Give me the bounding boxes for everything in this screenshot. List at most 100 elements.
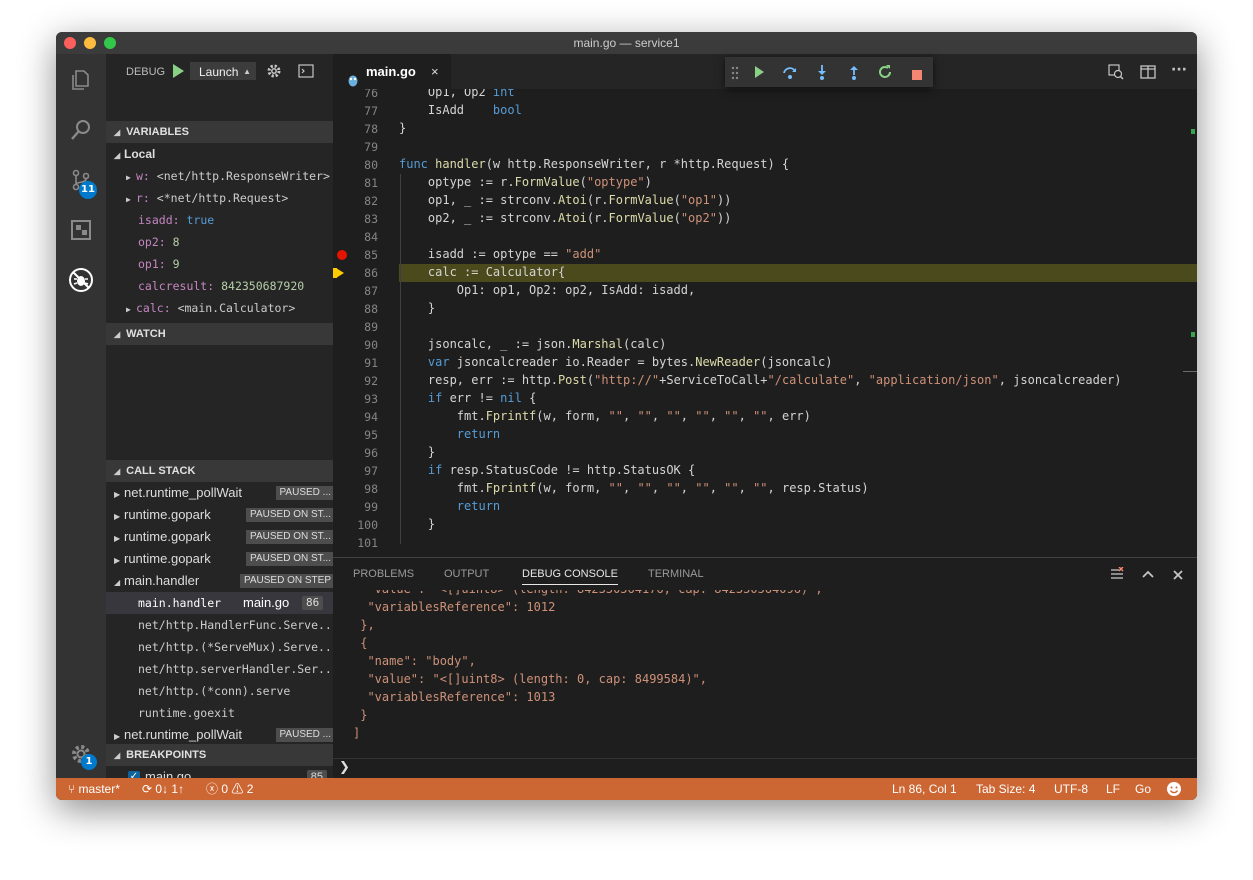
callstack-frame[interactable]: net/http.(*conn).serve — [106, 680, 365, 702]
code-token: "" — [724, 409, 739, 423]
maximize-panel-icon[interactable] — [1141, 566, 1155, 585]
close-tab-icon[interactable]: × — [431, 54, 439, 89]
frame-name: net/http.HandlerFunc.Serve... — [138, 618, 339, 632]
console-line: "value": "<[]uint8> (length: 0, cap: 849… — [353, 672, 708, 686]
tab-output[interactable]: OUTPUT — [444, 568, 489, 580]
collapse-chevron-icon: ◢ — [114, 128, 121, 137]
step-into-icon[interactable] — [815, 64, 829, 84]
problems-indicator[interactable]: ⓧ 0 ⚠ 2 — [206, 778, 253, 800]
callstack-thread[interactable]: ▶ net.runtime_pollWait PAUSED ... — [106, 482, 341, 504]
tab-terminal[interactable]: TERMINAL — [648, 568, 704, 580]
variable-value: true — [186, 213, 215, 227]
thread-name: runtime.gopark — [124, 529, 211, 544]
variables-header[interactable]: ◢ VARIABLES — [106, 121, 333, 143]
code-line: } — [399, 517, 435, 531]
start-debugging-button[interactable] — [170, 62, 186, 80]
search-icon[interactable] — [56, 106, 106, 154]
code-token: resp, err := http. — [399, 373, 558, 387]
activity-bar: 11 1 — [56, 54, 106, 778]
extensions-icon[interactable] — [56, 206, 106, 254]
code-line: if err != nil { — [399, 391, 536, 405]
tab-label: main.go — [366, 64, 416, 79]
smiley-icon[interactable] — [1166, 781, 1182, 800]
console-line: "value": "<[]uint8> (length: 84235056417… — [353, 590, 822, 596]
scm-badge: 11 — [79, 181, 97, 199]
step-over-icon[interactable] — [782, 64, 798, 84]
callstack-thread[interactable]: ▶ runtime.gopark PAUSED ON ST... — [106, 504, 341, 526]
explorer-icon[interactable] — [56, 56, 106, 104]
stop-icon[interactable] — [911, 66, 923, 85]
more-actions-icon[interactable]: ··· — [1171, 62, 1187, 78]
branch-indicator[interactable]: ⑂ master* — [68, 778, 120, 800]
tab-problems[interactable]: PROBLEMS — [353, 568, 414, 580]
code-editor[interactable]: 76 Op1, Op2 int 77 IsAdd bool 78} 79 80 func … — [333, 89, 1197, 557]
callstack-frame[interactable]: main.handler main.go 86 — [106, 592, 365, 614]
callstack-thread[interactable]: ◢ main.handler PAUSED ON STEP — [106, 570, 341, 592]
code-line: } — [399, 121, 406, 135]
restart-icon[interactable] — [877, 64, 893, 84]
warning-icon: ⚠ — [228, 782, 247, 796]
drag-handle-icon[interactable] — [731, 65, 739, 84]
variable-row[interactable]: ▶ r: <*net/http.Request> — [106, 187, 353, 209]
tab-size[interactable]: Tab Size: 4 — [976, 778, 1035, 800]
cursor-position[interactable]: Ln 86, Col 1 — [892, 778, 957, 800]
code-token: , jsoncalcreader) — [998, 373, 1122, 387]
callstack-thread[interactable]: ▶ net.runtime_pollWait PAUSED ... — [106, 724, 341, 746]
line-number: 91 — [364, 356, 378, 370]
variable-row[interactable]: ▶ w: <net/http.ResponseWriter> — [106, 165, 353, 187]
callstack-frame[interactable]: runtime.goexit — [106, 702, 365, 724]
code-token: (w, form, — [536, 409, 609, 423]
window-title: main.go — service1 — [573, 36, 680, 50]
tab-main-go[interactable]: main.go × — [333, 54, 451, 89]
callstack-frame[interactable]: net/http.(*ServeMux).Serve... — [106, 636, 365, 658]
watch-header[interactable]: ◢ WATCH — [106, 323, 333, 345]
line-number: 78 — [364, 122, 378, 136]
callstack-frame[interactable]: net/http.HandlerFunc.Serve... — [106, 614, 365, 636]
line-number: 101 — [357, 536, 378, 550]
callstack-thread[interactable]: ▶ runtime.gopark PAUSED ON ST... — [106, 548, 341, 570]
sync-indicator[interactable]: ⟳ 0↓ 1↑ — [142, 778, 184, 800]
console-line: "variablesReference": 1013 — [353, 690, 556, 704]
debug-settings-gear-icon[interactable] — [266, 63, 282, 82]
variable-row[interactable]: op1: 9 — [106, 253, 365, 275]
encoding[interactable]: UTF-8 — [1054, 778, 1088, 800]
source-control-icon[interactable]: 11 — [56, 156, 106, 204]
callstack-thread[interactable]: ▶ runtime.gopark PAUSED ON ST... — [106, 526, 341, 548]
code-token: "op2" — [680, 211, 717, 225]
clear-console-icon[interactable] — [1110, 566, 1124, 585]
code-token: return — [399, 427, 501, 441]
close-panel-icon[interactable] — [1172, 566, 1184, 585]
split-editor-icon[interactable] — [1140, 64, 1156, 84]
launch-config-value: Launch — [199, 65, 239, 79]
code-line: } — [399, 301, 435, 315]
branch-label: master* — [78, 782, 120, 796]
settings-gear-icon[interactable]: 1 — [56, 730, 106, 778]
continue-icon[interactable] — [752, 64, 766, 84]
variable-row[interactable]: op2: 8 — [106, 231, 365, 253]
launch-config-select[interactable]: Launch ▲ — [190, 62, 256, 80]
variable-row[interactable]: isadd: true — [106, 209, 365, 231]
language-mode[interactable]: Go — [1135, 778, 1151, 800]
debug-sidebar: DEBUG Launch ▲ ◢ VARIABLES ◢ Local ▶ w: <net… — [106, 54, 365, 800]
code-token: if — [399, 391, 450, 405]
open-changes-icon[interactable] — [1108, 64, 1124, 84]
warnings-count: 2 — [246, 782, 254, 796]
debug-console-icon[interactable] — [298, 64, 314, 81]
code-token: FormValue — [608, 193, 674, 207]
console-input[interactable]: ❯ — [333, 758, 1197, 779]
variable-row[interactable]: calcresult: 842350687920 — [106, 275, 365, 297]
code-token: "" — [695, 481, 710, 495]
tab-debug-console[interactable]: DEBUG CONSOLE — [522, 568, 618, 585]
variable-value: 8 — [172, 235, 180, 249]
line-number: 86 — [364, 266, 378, 280]
variable-row[interactable]: ▶ calc: <main.Calculator> — [106, 297, 353, 319]
code-line: Op1: op1, Op2: op2, IsAdd: isadd, — [399, 283, 695, 297]
step-out-icon[interactable] — [847, 64, 861, 84]
scroll-marker — [1191, 129, 1195, 134]
breakpoints-header[interactable]: ◢ BREAKPOINTS — [106, 744, 333, 766]
debug-icon[interactable] — [56, 256, 106, 304]
scope-local[interactable]: ◢ Local — [106, 143, 341, 165]
callstack-frame[interactable]: net/http.serverHandler.Ser... — [106, 658, 365, 680]
line-ending[interactable]: LF — [1106, 778, 1120, 800]
callstack-header[interactable]: ◢ CALL STACK — [106, 460, 333, 482]
